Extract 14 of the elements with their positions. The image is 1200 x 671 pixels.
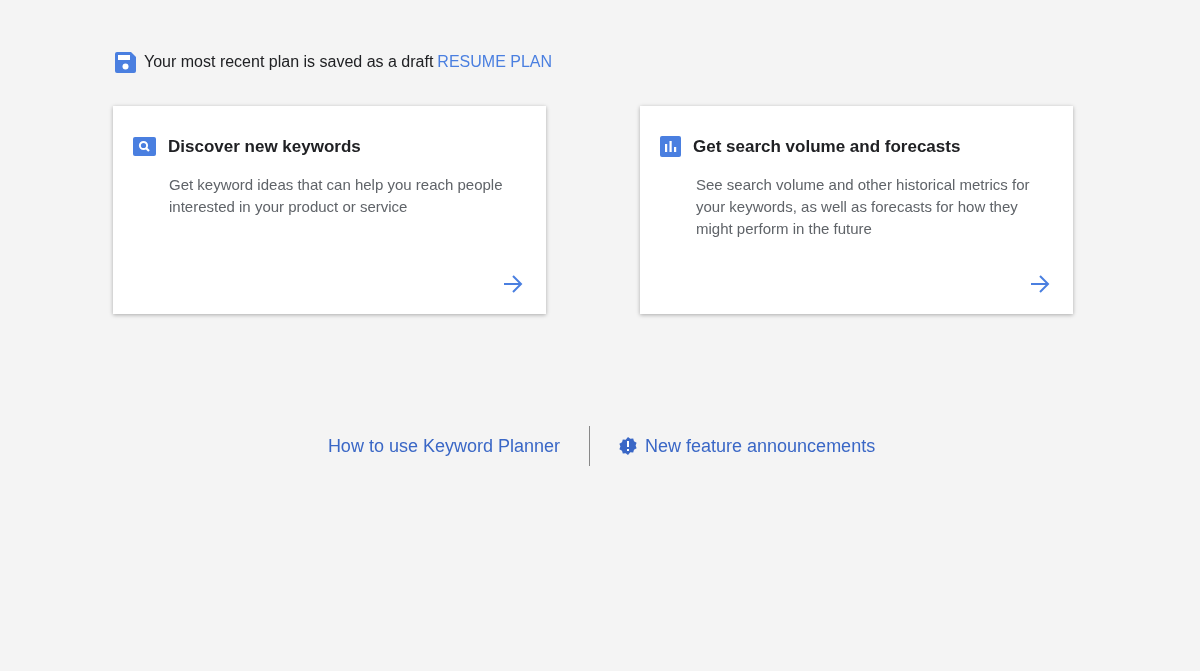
search-icon bbox=[133, 137, 156, 157]
resume-plan-link[interactable]: RESUME PLAN bbox=[437, 50, 553, 74]
card-description: See search volume and other historical metrics for your keywords, as well as forecasts for how they might perform in the future bbox=[696, 174, 1031, 239]
help-link[interactable]: How to use Keyword Planner bbox=[327, 432, 560, 460]
draft-message: Your most recent plan is saved as a draft bbox=[144, 52, 434, 72]
bar-chart-icon bbox=[660, 136, 681, 158]
arrow-right-icon bbox=[503, 275, 523, 293]
arrow-right-icon bbox=[1030, 275, 1050, 293]
option-card[interactable]: Get search volume and forecasts See search volume and other historical metrics for your keywords, as well as forecasts for how they might perform in the future bbox=[640, 106, 1073, 314]
card-title: Get search volume and forecasts bbox=[693, 136, 961, 158]
card-description: Get keyword ideas that can help you reach people interested in your product or service bbox=[169, 174, 504, 217]
help-link[interactable]: New feature announcements bbox=[645, 432, 876, 460]
option-card[interactable]: Discover new keywords Get keyword ideas that can help you reach people interested in your product or service bbox=[113, 106, 546, 314]
card-title: Discover new keywords bbox=[168, 136, 361, 158]
